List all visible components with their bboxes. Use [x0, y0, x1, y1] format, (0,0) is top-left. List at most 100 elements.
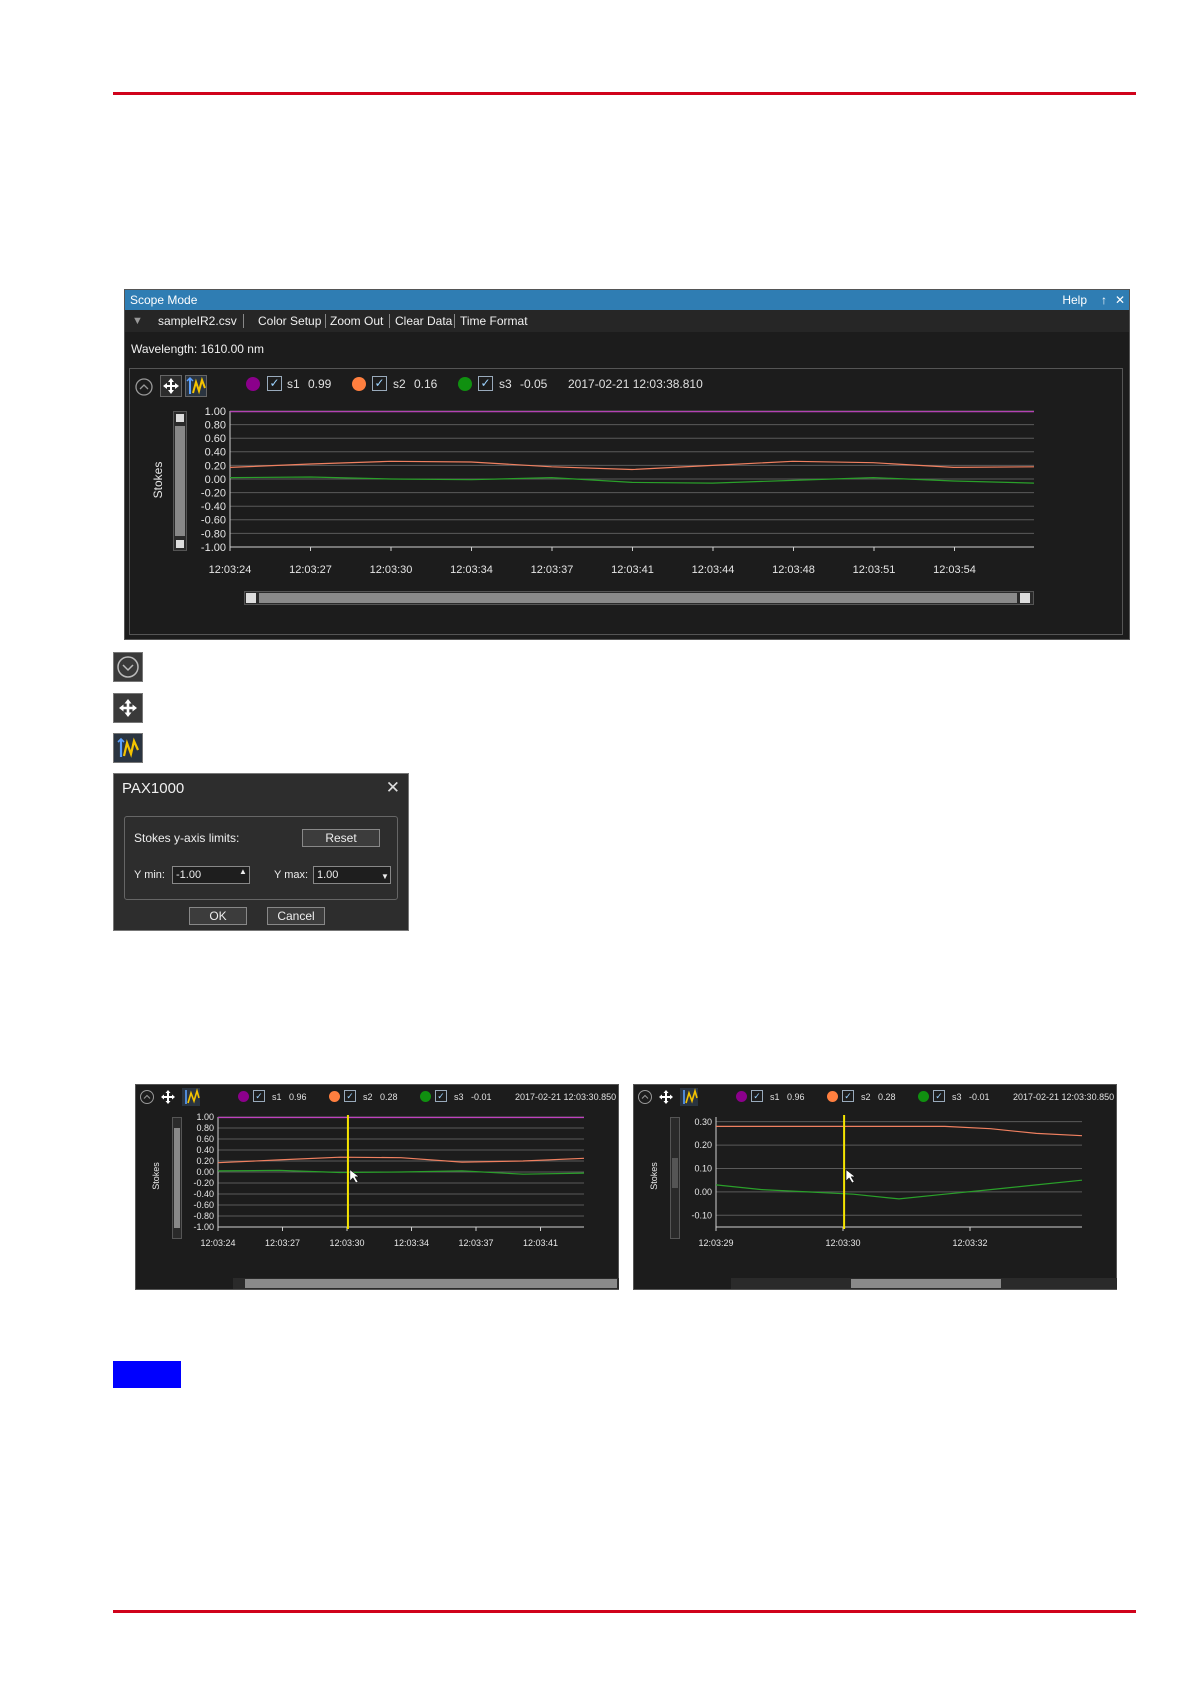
y-tick-label: 1.00 — [205, 406, 226, 418]
axis-scale-icon[interactable] — [182, 1088, 200, 1106]
x-tick-label: 12:03:24 — [209, 564, 252, 576]
legend-s2-checkbox[interactable]: ✓ — [344, 1090, 356, 1102]
collapse-button-sample — [113, 652, 143, 682]
legend-s2-checkbox[interactable]: ✓ — [842, 1090, 854, 1102]
horizontal-scrollbar[interactable] — [233, 1278, 619, 1289]
y-tick-label: -1.00 — [193, 1222, 214, 1232]
y-tick-label: -0.80 — [201, 528, 226, 540]
zoom-after-chart[interactable]: 0.30 0.20 0.10 0.00 -0.10 12:03:29 12:03:30 12:… — [684, 1115, 1084, 1255]
menu-clear-data[interactable]: Clear Data — [395, 310, 452, 332]
menu-zoom-out[interactable]: Zoom Out — [330, 310, 383, 332]
y-tick-label: -0.40 — [201, 501, 226, 513]
chevron-up-circle-icon[interactable] — [139, 1089, 155, 1105]
window-titlebar: Scope Mode Help ↑ ✕ — [125, 290, 1129, 310]
legend-s1-checkbox[interactable]: ✓ — [253, 1090, 265, 1102]
vertical-scroll-thumb[interactable] — [672, 1158, 678, 1188]
move-arrows-icon — [163, 378, 179, 394]
legend-s3-checkbox[interactable]: ✓ — [933, 1090, 945, 1102]
legend-s3-checkbox[interactable]: ✓ — [435, 1090, 447, 1102]
horizontal-scroll-thumb[interactable] — [851, 1279, 1001, 1288]
legend-s1-name: s1 — [770, 1092, 780, 1102]
x-tick-label: 12:03:27 — [265, 1238, 300, 1248]
y-tick-label: 0.40 — [205, 447, 226, 459]
legend-s3-checkbox[interactable]: ✓ — [478, 376, 493, 391]
dialog-close-icon[interactable]: ✕ — [386, 778, 400, 798]
menu-time-format[interactable]: Time Format — [460, 310, 528, 332]
collapse-triangle-icon[interactable]: ▼ — [132, 310, 143, 332]
main-stokes-chart[interactable]: 1.000.800.600.400.200.00-0.20-0.40-0.60-… — [190, 405, 1090, 605]
horizontal-scrollbar[interactable] — [731, 1278, 1117, 1289]
move-arrows-icon[interactable] — [160, 1089, 176, 1105]
window-title: Scope Mode — [130, 293, 198, 307]
cancel-button[interactable]: Cancel — [267, 907, 325, 925]
legend-s1-checkbox[interactable]: ✓ — [751, 1090, 763, 1102]
y-tick-label: 0.60 — [196, 1134, 214, 1144]
legend-s1-name: s1 — [272, 1092, 282, 1102]
legend-s2-name: s2 — [393, 377, 406, 391]
horizontal-scroll-thumb[interactable] — [259, 593, 1017, 603]
vertical-scroll-thumb[interactable] — [174, 1128, 180, 1228]
x-tick-label: 12:03:37 — [531, 564, 574, 576]
x-tick-label: 12:03:48 — [772, 564, 815, 576]
ok-button[interactable]: OK — [189, 907, 247, 925]
help-link[interactable]: Help — [1062, 290, 1087, 310]
y-tick-label: 0.00 — [205, 474, 226, 486]
ymin-spinner-icon[interactable]: ▲ — [239, 867, 247, 876]
zoom-example-after: ✓ s1 0.96 ✓ s2 0.28 ✓ s3 -0.01 2017-02-2… — [633, 1084, 1117, 1290]
x-tick-label: 12:03:30 — [329, 1238, 364, 1248]
legend-s1-checkbox[interactable]: ✓ — [267, 376, 282, 391]
legend-s3-name: s3 — [952, 1092, 962, 1102]
x-tick-label: 12:03:30 — [825, 1238, 860, 1248]
legend-s3-name: s3 — [454, 1092, 464, 1102]
close-icon[interactable]: ✕ — [1115, 290, 1125, 310]
note-marker — [113, 1361, 181, 1388]
legend-s3-value: -0.05 — [520, 377, 548, 391]
horizontal-scroll-thumb[interactable] — [245, 1279, 617, 1288]
vertical-scroll-thumb[interactable] — [175, 426, 185, 536]
x-tick-label: 12:03:27 — [289, 564, 332, 576]
chevron-up-circle-icon — [135, 378, 153, 396]
legend-s3-name: s3 — [499, 377, 512, 391]
y-tick-label: 0.30 — [694, 1117, 712, 1127]
legend-s1-value: 0.99 — [308, 377, 332, 391]
menu-color-setup[interactable]: Color Setup — [258, 310, 321, 332]
x-tick-label: 12:03:37 — [458, 1238, 493, 1248]
x-tick-label: 12:03:30 — [370, 564, 413, 576]
zoom-before-chart[interactable]: 1.000.800.600.400.200.00-0.20-0.40-0.60-… — [186, 1112, 586, 1255]
x-tick-label: 12:03:29 — [698, 1238, 733, 1248]
legend-s2-checkbox[interactable]: ✓ — [372, 376, 387, 391]
chevron-up-circle-icon[interactable] — [637, 1089, 653, 1105]
chevron-down-circle-icon — [117, 656, 139, 678]
legend-s2-dot — [329, 1091, 340, 1102]
scroll-down-arrow-icon[interactable] — [176, 540, 184, 548]
mouse-pointer-icon — [845, 1169, 856, 1184]
vertical-scrollbar[interactable] — [173, 411, 187, 551]
x-tick-label: 12:03:41 — [523, 1238, 558, 1248]
axis-scale-icon[interactable] — [680, 1088, 698, 1106]
legend-s3-dot — [458, 377, 472, 391]
horizontal-scrollbar[interactable] — [244, 591, 1034, 605]
ymax-label: Y max: — [274, 869, 309, 881]
pan-button[interactable] — [160, 375, 182, 397]
vertical-scrollbar[interactable] — [670, 1117, 680, 1239]
vertical-scrollbar[interactable] — [172, 1117, 182, 1239]
pin-icon[interactable]: ↑ — [1101, 290, 1107, 310]
x-tick-label: 12:03:24 — [200, 1238, 235, 1248]
legend-s2-dot — [827, 1091, 838, 1102]
ymax-input[interactable]: 1.00 — [313, 866, 391, 884]
axis-scale-button-sample — [113, 733, 143, 763]
menu-separator — [389, 314, 390, 328]
wavelength-readout: Wavelength: 1610.00 nm — [131, 342, 264, 356]
ymax-spinner-icon[interactable]: ▼ — [381, 872, 389, 881]
scroll-left-arrow-icon[interactable] — [246, 593, 256, 603]
scroll-up-arrow-icon[interactable] — [176, 414, 184, 422]
scroll-right-arrow-icon[interactable] — [1020, 593, 1030, 603]
legend-s1-dot — [246, 377, 260, 391]
move-arrows-icon[interactable] — [658, 1089, 674, 1105]
series-s3-line — [229, 476, 1035, 484]
reset-button[interactable]: Reset — [302, 829, 380, 847]
axis-scale-button[interactable] — [185, 375, 207, 397]
collapse-button[interactable] — [133, 376, 155, 398]
limits-group: Stokes y-axis limits: Reset Y min: -1.00… — [124, 816, 398, 900]
menu-file[interactable]: sampleIR2.csv — [158, 310, 237, 332]
